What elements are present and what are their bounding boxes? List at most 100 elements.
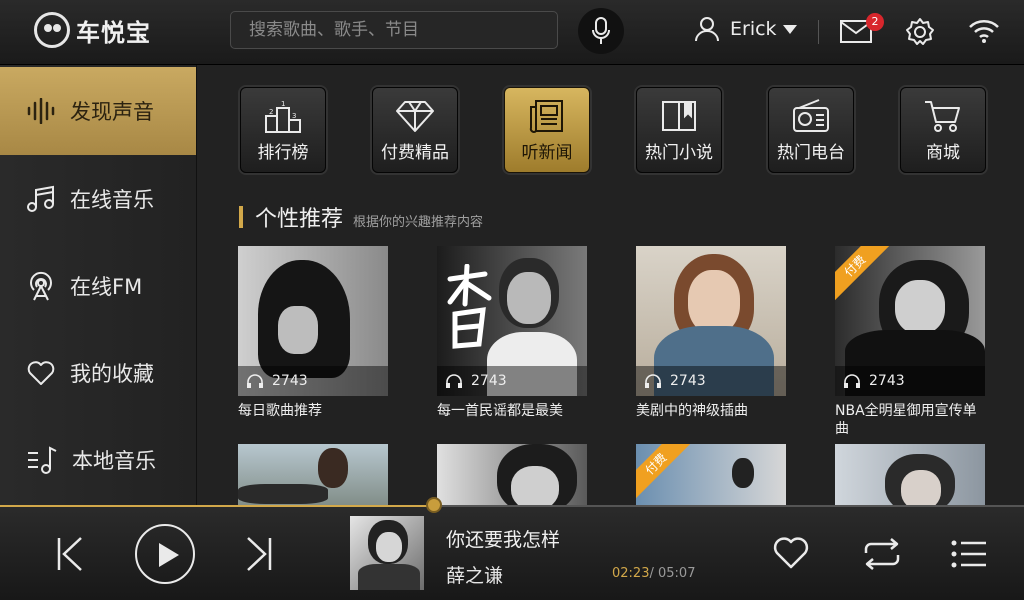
total-time: 05:07 <box>658 566 696 581</box>
category-paid-premium[interactable]: 付费精品 <box>372 87 458 173</box>
music-note-icon <box>27 185 54 212</box>
playlist-cover: 2743 <box>238 246 388 396</box>
section-accent-bar <box>239 206 243 228</box>
mail-count-badge: 2 <box>866 13 884 31</box>
song-title: 你还要我怎样 <box>446 529 561 551</box>
previous-button[interactable] <box>55 536 85 576</box>
calligraphy-logo <box>447 264 492 349</box>
playlist-card[interactable] <box>437 444 587 505</box>
play-count-bar: 2743 <box>437 366 587 396</box>
playlist-title: 美剧中的神级插曲 <box>636 403 748 419</box>
book-icon <box>662 101 696 131</box>
category-shop[interactable]: 商城 <box>900 87 986 173</box>
playlist-card[interactable]: 2743 每一首民谣都是最美 <box>437 246 587 420</box>
headphones-icon <box>446 374 462 388</box>
settings-button[interactable] <box>904 16 936 52</box>
play-count: 2743 <box>272 373 308 389</box>
playlist-cover: 2743 <box>636 246 786 396</box>
play-count-bar: 2743 <box>835 366 985 396</box>
playlist-cover: 付费 2743 <box>835 246 985 396</box>
sidebar-item-label: 本地音乐 <box>72 449 156 473</box>
playlist-card[interactable] <box>835 444 985 505</box>
sidebar-item-online-fm[interactable]: 在线FM <box>0 242 196 330</box>
playlist-title: 每一首民谣都是最美 <box>437 403 563 419</box>
user-name: Erick <box>730 18 777 40</box>
heart-icon <box>773 537 809 569</box>
svg-text:1: 1 <box>281 100 285 108</box>
playlist-cover: 付费 <box>636 444 786 505</box>
headphones-icon <box>247 374 263 388</box>
skip-previous-icon <box>57 537 82 571</box>
play-count: 2743 <box>471 373 507 389</box>
sidebar-item-label: 在线音乐 <box>70 188 154 212</box>
repeat-button[interactable] <box>860 537 904 575</box>
playlist-button[interactable] <box>950 538 988 574</box>
soundwave-icon <box>27 98 55 124</box>
top-bar: 车悦宝 搜索歌曲、歌手、节目 Erick 2 <box>0 0 1024 65</box>
playlist-card[interactable] <box>238 444 388 505</box>
cart-icon <box>925 101 960 132</box>
sidebar-item-label: 发现声音 <box>70 100 154 124</box>
play-button[interactable] <box>135 524 195 584</box>
playlist-cover <box>238 444 388 505</box>
sidebar-item-local-music[interactable]: 本地音乐 <box>0 416 196 504</box>
artist-name: 薛之谦 <box>446 565 504 587</box>
divider <box>818 20 819 44</box>
play-count-bar: 2743 <box>636 366 786 396</box>
playlist-cover <box>437 444 587 505</box>
sidebar: 发现声音 在线音乐 在线FM 我的收藏 本地音乐 <box>0 65 197 505</box>
playlist-cover: 2743 <box>437 246 587 396</box>
now-playing-cover[interactable] <box>350 516 424 590</box>
category-novels[interactable]: 热门小说 <box>636 87 722 173</box>
podium-icon: 12 3 <box>265 100 301 133</box>
wifi-icon <box>969 20 999 43</box>
sidebar-item-discover[interactable]: 发现声音 <box>0 67 196 155</box>
logo-icon <box>34 12 70 48</box>
play-count: 2743 <box>670 373 706 389</box>
app-name: 车悦宝 <box>76 18 151 47</box>
user-menu[interactable]: Erick <box>694 16 797 42</box>
paid-ribbon: 付费 <box>636 444 692 500</box>
wifi-status[interactable] <box>968 18 1000 48</box>
playlist-card[interactable]: 2743 美剧中的神级插曲 <box>636 246 786 420</box>
favorite-button[interactable] <box>772 536 810 574</box>
current-time: 02:23 <box>612 566 650 581</box>
category-rankings[interactable]: 12 3 排行榜 <box>240 87 326 173</box>
playlist-card[interactable]: 付费 2743 NBA全明星御用宣传单曲 <box>835 246 985 438</box>
microphone-button[interactable] <box>578 8 624 54</box>
category-radio[interactable]: 热门电台 <box>768 87 854 173</box>
microphone-icon <box>592 17 610 44</box>
section-title: 个性推荐 <box>255 207 344 232</box>
category-label: 排行榜 <box>257 143 309 163</box>
play-count: 2743 <box>869 373 905 389</box>
diamond-icon <box>396 101 434 132</box>
svg-text:3: 3 <box>292 112 296 120</box>
category-label: 热门电台 <box>777 143 845 163</box>
heart-icon <box>27 361 55 385</box>
newspaper-icon <box>529 100 563 133</box>
search-input[interactable]: 搜索歌曲、歌手、节目 <box>230 11 558 49</box>
gear-icon <box>906 18 934 45</box>
headphones-icon <box>844 374 860 388</box>
category-news[interactable]: 听新闻 <box>504 87 590 173</box>
user-icon <box>695 17 719 42</box>
playlist-card[interactable]: 2743 每日歌曲推荐 <box>238 246 388 420</box>
playlist-cover <box>835 444 985 505</box>
sidebar-item-favorites[interactable]: 我的收藏 <box>0 329 196 417</box>
repeat-icon <box>864 538 900 570</box>
headphones-icon <box>645 374 661 388</box>
progress-fill <box>0 505 435 507</box>
category-label: 热门小说 <box>645 143 713 163</box>
playlist-card[interactable]: 付费 <box>636 444 786 505</box>
local-music-icon <box>28 446 57 474</box>
section-subtitle: 根据你的兴趣推荐内容 <box>353 215 484 230</box>
sidebar-item-label: 我的收藏 <box>70 362 154 386</box>
radio-tower-icon <box>30 271 52 301</box>
playlist-title: NBA全明星御用宣传单曲 <box>835 403 977 437</box>
sidebar-item-online-music[interactable]: 在线音乐 <box>0 155 196 243</box>
next-button[interactable] <box>244 536 274 576</box>
sidebar-item-label: 在线FM <box>70 275 143 299</box>
app-logo[interactable]: 车悦宝 <box>34 12 151 48</box>
playlist-title: 每日歌曲推荐 <box>238 403 322 419</box>
svg-text:2: 2 <box>269 108 273 116</box>
